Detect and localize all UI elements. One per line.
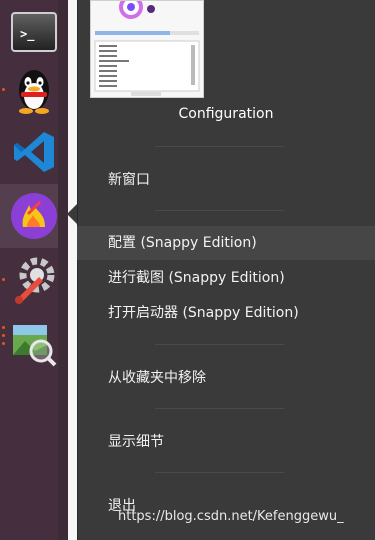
system-tools-icon — [15, 257, 55, 304]
menu-item-new-window[interactable]: 新窗口 — [77, 163, 375, 197]
flameshot-icon — [11, 193, 57, 239]
menu-separator — [155, 344, 284, 345]
preview-window-title: Configuration — [178, 106, 274, 122]
menu-item-take-screenshot[interactable]: 进行截图 (Snappy Edition) — [77, 261, 375, 295]
menu-item-show-details[interactable]: 显示细节 — [77, 425, 375, 459]
preview-graphic — [91, 0, 203, 97]
menu-separator — [155, 146, 284, 147]
menu-separator — [155, 408, 284, 409]
watermark-text: https://blog.csdn.net/Kefenggewu_ — [118, 509, 344, 524]
menu-item-remove-favorite[interactable]: 从收藏夹中移除 — [77, 361, 375, 395]
terminal-icon: >_ — [11, 12, 57, 52]
menu-separator — [155, 210, 284, 211]
menu-item-open-launcher[interactable]: 打开启动器 (Snappy Edition) — [77, 296, 375, 330]
qq-penguin-icon — [19, 70, 49, 114]
vscode-icon — [14, 132, 54, 172]
menu-separator — [155, 472, 284, 473]
menu-item-configuration[interactable]: 配置 (Snappy Edition) — [77, 226, 375, 260]
launcher-dock: >_ — [0, 0, 68, 540]
window-preview-thumbnail[interactable] — [90, 0, 204, 98]
image-viewer-icon — [13, 325, 57, 367]
